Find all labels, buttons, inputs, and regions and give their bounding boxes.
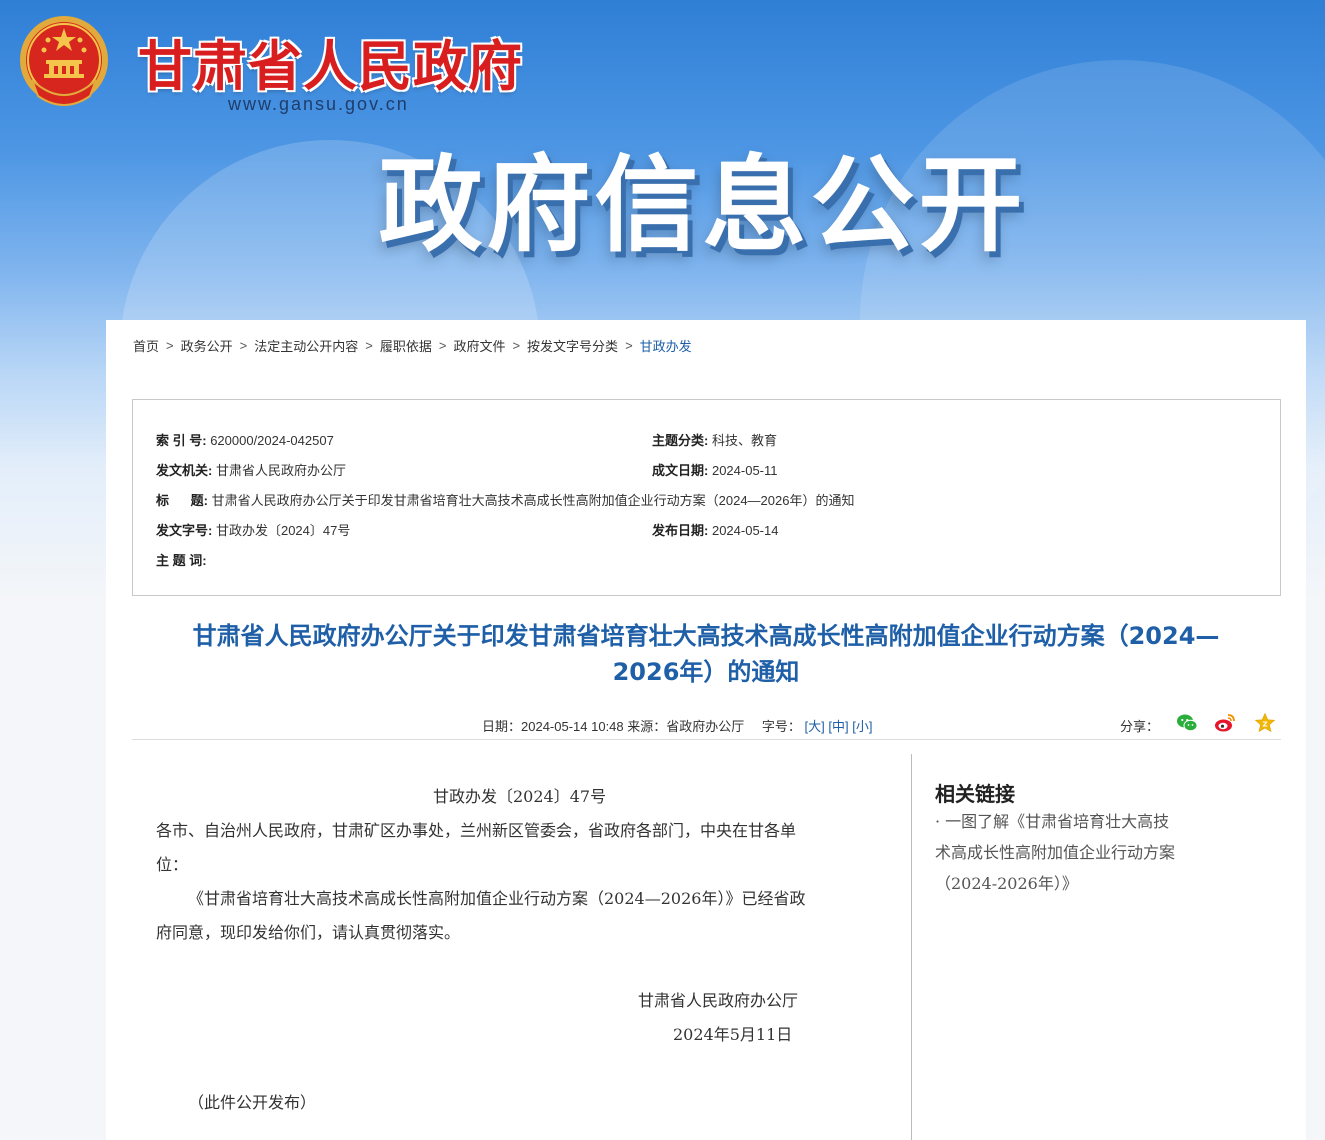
- meta-label: 发布日期:: [652, 523, 709, 538]
- related-links-title: 相关链接: [935, 782, 1015, 806]
- related-link-line[interactable]: 术高成长性高附加值企业行动方案: [935, 837, 1225, 868]
- meta-keywords: 主 题 词:: [156, 550, 207, 569]
- meta-index-number: 索 引 号: 620000/2024-042507: [156, 430, 334, 449]
- meta-value: 2024-05-14: [711, 523, 779, 538]
- meta-issuer: 发文机关: 甘肃省人民政府办公厅: [156, 460, 346, 479]
- site-url: www.gansu.gov.cn: [228, 94, 409, 114]
- font-size-small-button[interactable]: [小]: [852, 719, 872, 734]
- banner-heading: 政府信息公开: [378, 144, 1027, 266]
- breadcrumb-by-doc-number[interactable]: 按发文字号分类: [527, 336, 618, 355]
- font-size-large-button[interactable]: [大]: [805, 719, 825, 734]
- svg-text:Z: Z: [1262, 721, 1267, 729]
- content-panel: 首页 > 政务公开 > 法定主动公开内容 > 履职依据 > 政府文件 > 按发文…: [106, 320, 1306, 1140]
- weibo-share-icon[interactable]: [1214, 712, 1236, 734]
- body-recipients: 位：: [156, 855, 189, 874]
- article-info-bar: 日期：2024-05-14 10:48 来源：省政府办公厅 字号： [大] [中…: [132, 710, 1281, 740]
- breadcrumb-statutory[interactable]: 法定主动公开内容: [254, 336, 358, 355]
- related-link-item[interactable]: · 一图了解《甘肃省培育壮大高技 术高成长性高附加值企业行动方案 （2024-2…: [935, 806, 1225, 899]
- breadcrumb-separator: >: [365, 338, 373, 353]
- breadcrumb-current[interactable]: 甘政办发: [640, 336, 692, 355]
- meta-value: 620000/2024-042507: [210, 433, 334, 448]
- meta-value: 甘政办发〔2024〕47号: [215, 523, 351, 538]
- meta-label: 主 题 词:: [156, 553, 207, 568]
- meta-label: 发文机关:: [156, 463, 213, 478]
- meta-published-date: 发布日期: 2024-05-14: [652, 520, 778, 539]
- meta-value: 甘肃省人民政府办公厅: [215, 463, 346, 478]
- share-label: 分享：: [1120, 719, 1160, 734]
- meta-label: 索 引 号:: [156, 433, 207, 448]
- breadcrumb-gov-documents[interactable]: 政府文件: [453, 336, 505, 355]
- breadcrumb-duty-basis[interactable]: 履职依据: [380, 336, 432, 355]
- article-info: 日期：2024-05-14 10:48 来源：省政府办公厅 字号： [大] [中…: [482, 716, 872, 735]
- document-title: 甘肃省人民政府办公厅关于印发甘肃省培育壮大高技术高成长性高附加值企业行动方案（2…: [146, 618, 1266, 690]
- breadcrumb-home[interactable]: 首页: [133, 336, 159, 355]
- body-paragraph: 府同意，现印发给你们，请认真贯彻落实。: [156, 923, 461, 942]
- body-doc-number: 甘政办发〔2024〕47号: [433, 787, 607, 806]
- national-emblem-icon[interactable]: [18, 14, 110, 110]
- meta-topic: 主题分类: 科技、教育: [652, 430, 777, 449]
- meta-doc-number: 发文字号: 甘政办发〔2024〕47号: [156, 520, 350, 539]
- body-recipients: 各市、自治州人民政府，甘肃矿区办事处，兰州新区管委会，省政府各部门，中央在甘各单: [156, 821, 797, 840]
- document-metadata-box: 索 引 号: 620000/2024-042507 主题分类: 科技、教育 发文…: [132, 399, 1281, 596]
- meta-label: 标 题:: [156, 493, 209, 508]
- site-title[interactable]: 甘肃省人民政府: [138, 22, 523, 101]
- meta-value: 科技、教育: [711, 433, 777, 448]
- content-divider: [911, 754, 912, 1140]
- favorite-star-icon[interactable]: Z: [1254, 712, 1276, 734]
- meta-created-date: 成文日期: 2024-05-11: [652, 460, 778, 479]
- document-title-line: 2026年）的通知: [612, 658, 800, 686]
- breadcrumb-separator: >: [239, 338, 248, 353]
- meta-value: 甘肃省人民政府办公厅关于印发甘肃省培育壮大高技术高成长性高附加值企业行动方案（2…: [211, 493, 855, 508]
- publish-date-source: 日期：2024-05-14 10:48 来源：省政府办公厅: [482, 719, 745, 734]
- related-link-line[interactable]: · 一图了解《甘肃省培育壮大高技: [935, 806, 1225, 837]
- meta-title: 标 题: 甘肃省人民政府办公厅关于印发甘肃省培育壮大高技术高成长性高附加值企业行…: [156, 490, 854, 509]
- document-title-line: 甘肃省人民政府办公厅关于印发甘肃省培育壮大高技术高成长性高附加值企业行动方案（2…: [192, 622, 1220, 650]
- breadcrumb-separator: >: [438, 338, 447, 353]
- breadcrumb-separator: >: [166, 338, 174, 353]
- body-sign-date: 2024年5月11日: [673, 1025, 793, 1044]
- meta-label: 成文日期:: [652, 463, 709, 478]
- meta-label: 发文字号:: [156, 523, 213, 538]
- breadcrumb-separator: >: [512, 338, 521, 353]
- wechat-share-icon[interactable]: [1176, 712, 1198, 734]
- meta-value: 2024-05-11: [711, 463, 778, 478]
- breadcrumb-gov-affairs[interactable]: 政务公开: [181, 336, 233, 355]
- body-signature: 甘肃省人民政府办公厅: [638, 991, 799, 1010]
- body-paragraph: 《甘肃省培育壮大高技术高成长性高附加值企业行动方案（2024—2026年）》已经…: [188, 889, 806, 908]
- body-public-note: （此件公开发布）: [188, 1093, 317, 1112]
- breadcrumb-separator: >: [625, 338, 633, 353]
- meta-label: 主题分类:: [652, 433, 709, 448]
- breadcrumb: 首页 > 政务公开 > 法定主动公开内容 > 履职依据 > 政府文件 > 按发文…: [133, 336, 692, 355]
- related-link-line[interactable]: （2024-2026年）》: [935, 868, 1225, 899]
- font-size-medium-button[interactable]: [中]: [828, 719, 848, 734]
- font-size-label: 字号：: [761, 719, 801, 734]
